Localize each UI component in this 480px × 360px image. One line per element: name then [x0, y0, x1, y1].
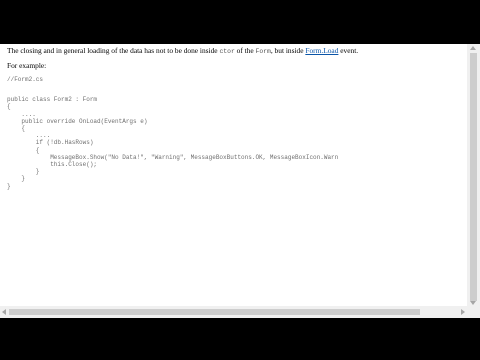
- code-line: MessageBox.Show("No Data!", "Warning", M…: [7, 153, 339, 161]
- code-comment: //Form2.cs: [7, 76, 44, 83]
- answer-content: The closing and in general loading of th…: [7, 47, 465, 190]
- intro-text-2: of the: [234, 46, 256, 55]
- code-line: public class Form2 : Form: [7, 96, 98, 104]
- code-line: ....: [7, 132, 51, 140]
- inline-code-form: Form: [255, 48, 271, 55]
- form-load-link[interactable]: Form.Load: [305, 46, 338, 55]
- intro-text-4: event.: [338, 46, 359, 55]
- intro-paragraph: The closing and in general loading of th…: [7, 47, 465, 56]
- horizontal-scroll-thumb[interactable]: [9, 309, 420, 315]
- video-frame: The closing and in general loading of th…: [0, 0, 480, 360]
- code-line: ....: [7, 110, 36, 118]
- scroll-down-arrow-icon[interactable]: [470, 301, 476, 305]
- code-line: }: [7, 182, 11, 190]
- inline-code-ctor: ctor: [219, 48, 235, 55]
- scroll-up-arrow-icon[interactable]: [470, 46, 476, 50]
- scroll-right-arrow-icon[interactable]: [461, 309, 465, 315]
- code-line: {: [7, 103, 11, 111]
- code-block: public class Form2 : Form { .... public …: [7, 96, 465, 190]
- example-label: For example:: [7, 61, 47, 70]
- scroll-left-arrow-icon[interactable]: [2, 309, 6, 315]
- code-line: public override OnLoad(EventArgs e): [7, 117, 148, 125]
- intro-text-1: The closing and in general loading of th…: [7, 46, 220, 55]
- vertical-scroll-thumb[interactable]: [470, 53, 477, 301]
- code-line: if (!db.HasRows): [7, 139, 94, 147]
- code-line: {: [7, 125, 26, 133]
- browser-viewport[interactable]: The closing and in general loading of th…: [0, 44, 480, 318]
- code-line: this.Close();: [7, 161, 98, 169]
- intro-text-3: , but inside: [270, 46, 306, 55]
- code-line: {: [7, 146, 40, 154]
- horizontal-scrollbar[interactable]: [0, 306, 467, 318]
- code-line: }: [7, 168, 40, 176]
- vertical-scrollbar[interactable]: [467, 44, 480, 318]
- scrollbar-corner: [467, 306, 480, 318]
- code-line: }: [7, 175, 26, 183]
